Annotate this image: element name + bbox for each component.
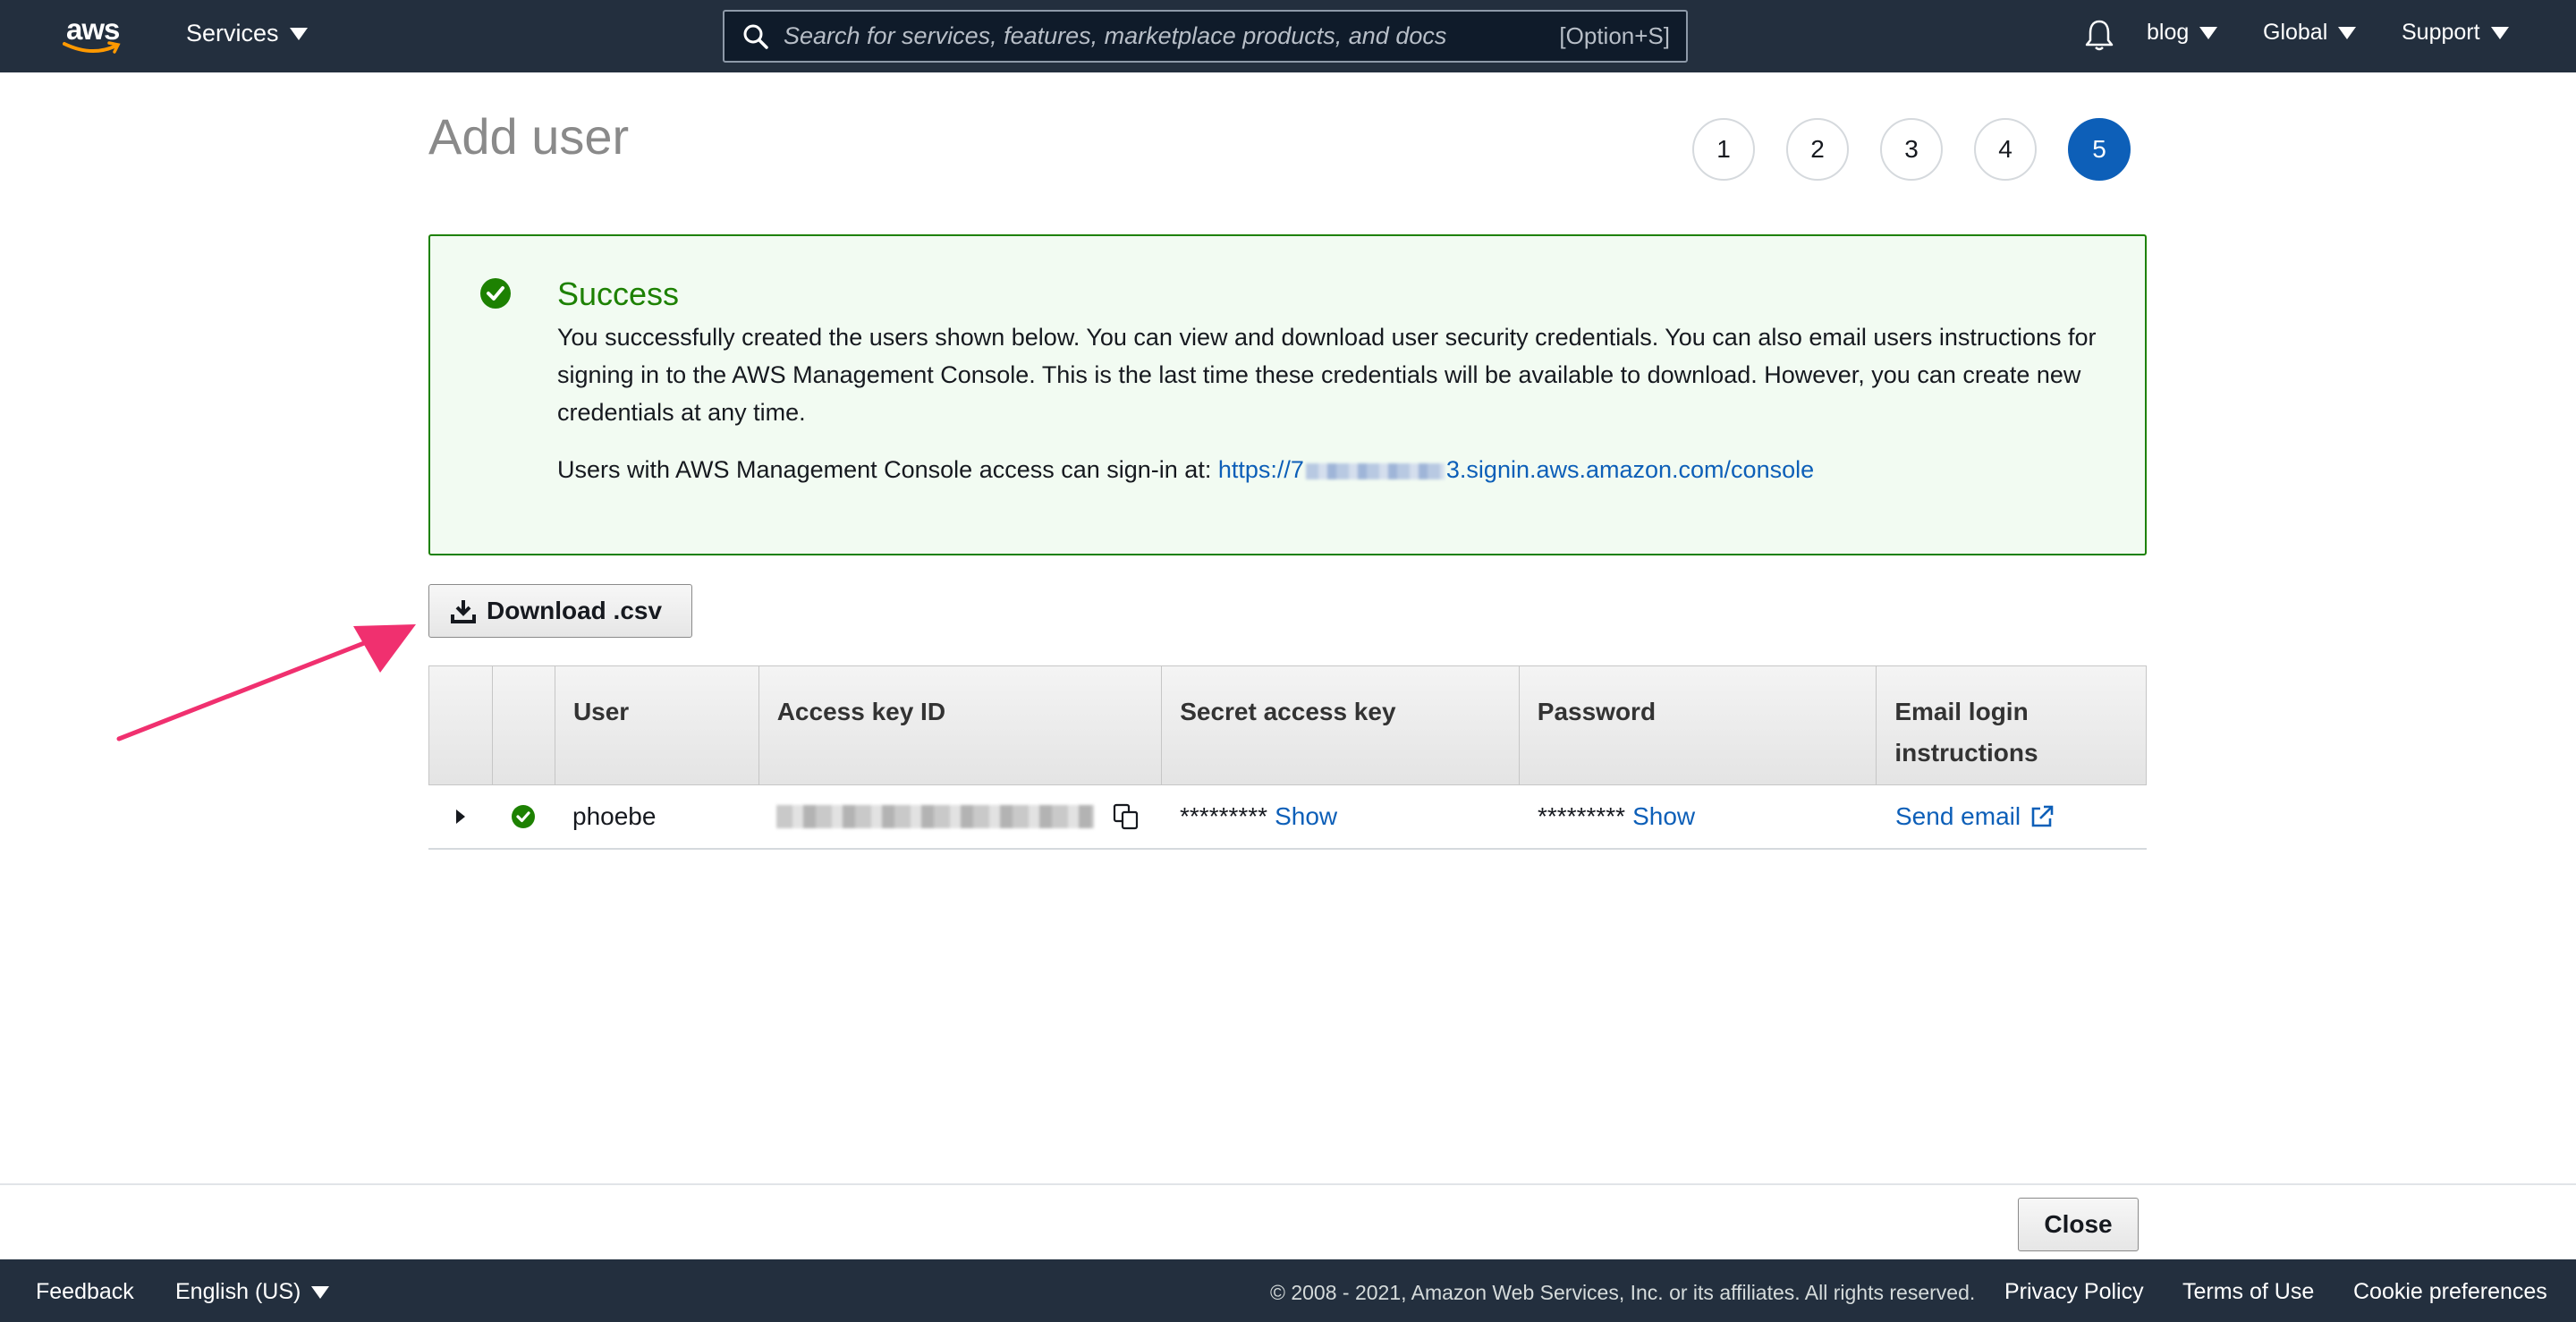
caret-right-icon	[455, 809, 465, 824]
external-link-icon[interactable]	[2029, 804, 2055, 829]
row-status	[492, 785, 555, 848]
account-menu[interactable]: blog	[2147, 20, 2218, 46]
step-4[interactable]: 4	[1974, 118, 2037, 181]
download-icon	[451, 600, 476, 623]
step-3[interactable]: 3	[1880, 118, 1943, 181]
expand-row-toggle[interactable]	[428, 785, 492, 848]
language-selector[interactable]: English (US)	[175, 1279, 330, 1305]
column-header-access-key-id: Access key ID	[759, 666, 1163, 784]
signin-text: Users with AWS Management Console access…	[557, 456, 1212, 483]
search-icon	[743, 24, 768, 49]
access-key-id-cell	[758, 785, 1162, 848]
show-password-link[interactable]: Show	[1632, 802, 1695, 831]
copy-icon[interactable]	[1112, 802, 1140, 831]
close-button[interactable]: Close	[2018, 1198, 2139, 1251]
console-signin-link[interactable]: https://7 3.signin.aws.amazon.com/console	[1218, 456, 1814, 483]
bottom-divider	[0, 1183, 2576, 1185]
step-2[interactable]: 2	[1786, 118, 1849, 181]
column-header-email-login-instructions: Email login instructions	[1894, 698, 2038, 767]
redacted-account-id	[1305, 462, 1445, 479]
success-alert: Success You successfully created the use…	[428, 234, 2147, 555]
success-check-icon	[480, 278, 511, 309]
step-5-current[interactable]: 5	[2068, 118, 2131, 181]
credentials-table: User Access key ID Secret access key Pas…	[428, 665, 2147, 850]
support-menu[interactable]: Support	[2402, 20, 2509, 46]
column-header-expand	[429, 666, 493, 784]
download-csv-button[interactable]: Download .csv	[428, 584, 692, 638]
password-cell: ********* Show	[1520, 785, 1877, 848]
global-search[interactable]: [Option+S]	[723, 10, 1688, 63]
top-navigation-bar: aws Services [Option+S] blog Global Supp…	[0, 0, 2576, 72]
caret-down-icon	[311, 1285, 330, 1299]
privacy-policy-link[interactable]: Privacy Policy	[2004, 1279, 2144, 1305]
table-header: User Access key ID Secret access key Pas…	[428, 665, 2147, 785]
column-header-user: User	[555, 666, 759, 784]
aws-logo[interactable]: aws	[63, 13, 127, 57]
redacted-access-key-id	[776, 805, 1094, 828]
signin-info: Users with AWS Management Console access…	[557, 456, 1814, 484]
copyright-text: © 2008 - 2021, Amazon Web Services, Inc.…	[1270, 1281, 1976, 1304]
cookie-preferences-link[interactable]: Cookie preferences	[2353, 1279, 2547, 1305]
signin-url-suffix: 3.signin.aws.amazon.com/console	[1445, 456, 1815, 483]
download-csv-label: Download .csv	[487, 597, 663, 624]
wizard-stepper: 1 2 3 4 5	[1692, 118, 2131, 181]
notifications-bell-icon[interactable]	[2084, 18, 2114, 56]
support-label: Support	[2402, 20, 2480, 45]
annotation-arrow	[116, 624, 416, 742]
caret-down-icon	[2338, 26, 2357, 39]
table-row: phoebe ********* Show ********* Show Sen…	[428, 785, 2147, 850]
account-label: blog	[2147, 20, 2190, 45]
success-check-icon	[512, 805, 535, 828]
region-label: Global	[2263, 20, 2328, 45]
send-email-link[interactable]: Send email	[1895, 802, 2021, 831]
caret-down-icon	[289, 27, 308, 40]
caret-down-icon	[2199, 26, 2218, 39]
user-name-cell: phoebe	[572, 802, 657, 830]
language-label: English (US)	[175, 1279, 301, 1304]
search-shortcut-hint: [Option+S]	[1559, 22, 1670, 49]
secret-access-key-cell: ********* Show	[1162, 785, 1520, 848]
caret-down-icon	[2490, 26, 2509, 39]
email-login-cell: Send email	[1877, 785, 2147, 848]
column-header-status	[493, 666, 555, 784]
password-masked-value: *********	[1538, 802, 1626, 830]
terms-of-use-link[interactable]: Terms of Use	[2182, 1279, 2314, 1305]
aws-smile-icon	[63, 41, 121, 54]
show-secret-link[interactable]: Show	[1275, 802, 1337, 831]
step-1[interactable]: 1	[1692, 118, 1755, 181]
success-message: You successfully created the users shown…	[557, 324, 2097, 426]
column-header-password: Password	[1520, 666, 1877, 784]
footer: Feedback English (US) © 2008 - 2021, Ama…	[0, 1259, 2576, 1322]
search-input[interactable]	[784, 22, 1560, 50]
success-title: Success	[557, 275, 680, 312]
page-title: Add user	[428, 108, 630, 165]
signin-url-prefix: https://7	[1217, 456, 1304, 483]
column-header-secret-access-key: Secret access key	[1162, 666, 1520, 784]
feedback-link[interactable]: Feedback	[36, 1279, 134, 1305]
region-menu[interactable]: Global	[2263, 20, 2357, 46]
secret-masked-value: *********	[1180, 802, 1268, 830]
services-menu[interactable]: Services	[186, 20, 308, 47]
services-label: Services	[186, 20, 279, 47]
